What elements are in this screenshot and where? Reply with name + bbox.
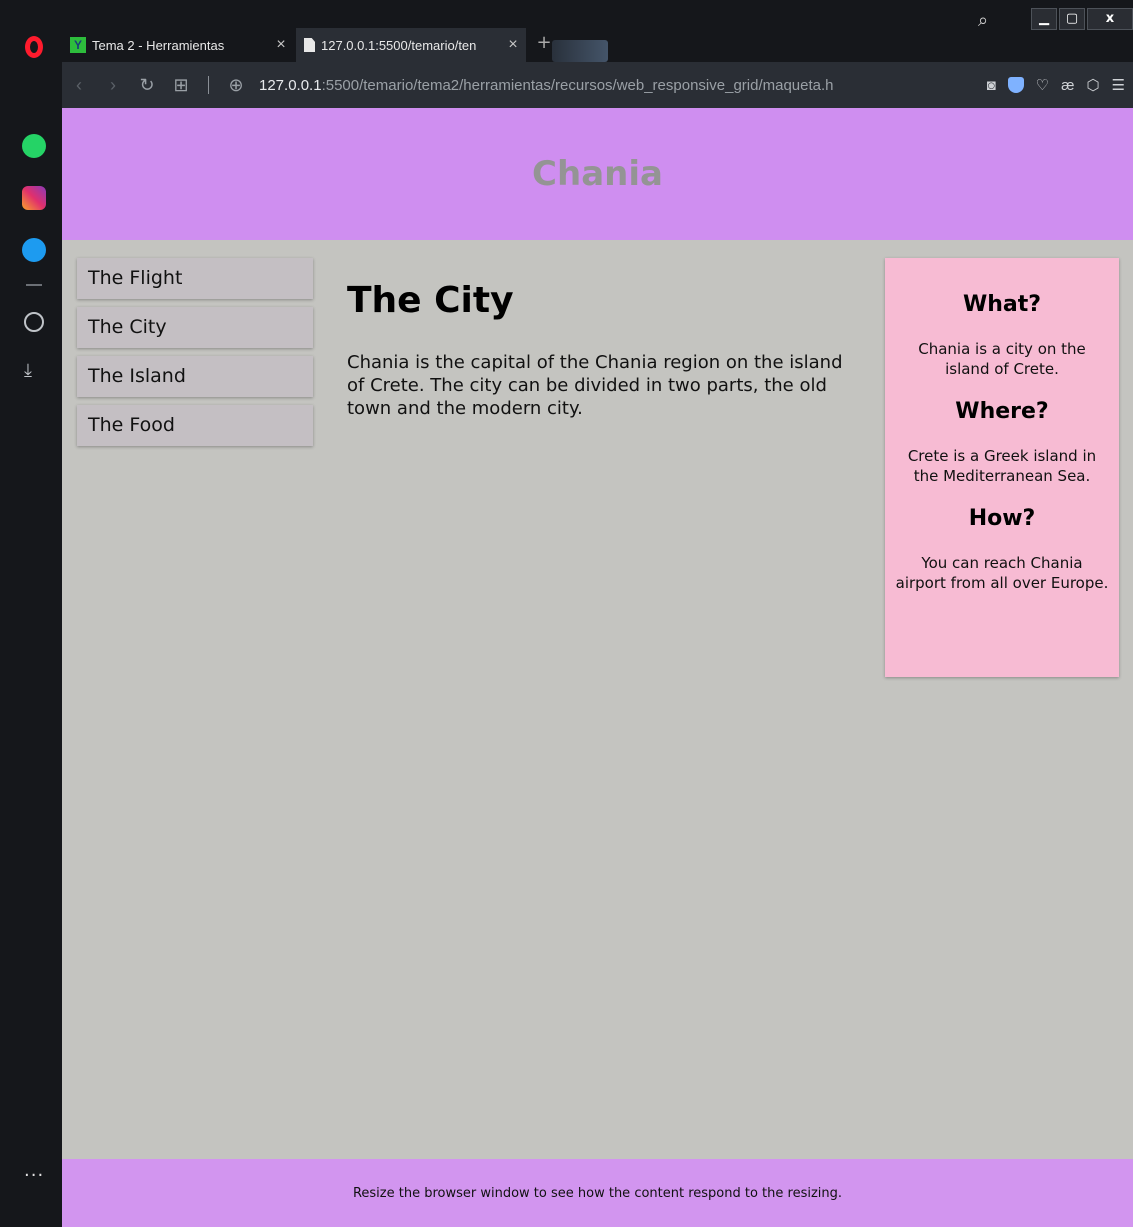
download-icon[interactable]: ⤓ [24,360,32,381]
file-icon [304,38,315,52]
back-icon[interactable]: ‹ [62,75,96,96]
tab-title: 127.0.0.1:5500/temario/ten [321,37,477,53]
window-controls: ▁ ▢ x [1031,8,1133,30]
page-footer: Resize the browser window to see how the… [62,1159,1133,1227]
tab-herramientas[interactable]: Y Tema 2 - Herramientas × [62,28,294,62]
address-bar-icons: ◙ ♡ æ ⬡ ☰ [987,62,1125,108]
tab-preview [552,40,608,62]
aside-text-where: Crete is a Greek island in the Mediterra… [907,447,1097,485]
tab-bar: Y Tema 2 - Herramientas × 127.0.0.1:5500… [0,0,1133,62]
address-bar: ‹ › ↻ ⊞ ⊕ 127.0.0.1:5500/temario/tema2/h… [62,62,1133,108]
aside-text-what: Chania is a city on the island of Crete. [918,340,1086,378]
url-path: :5500/temario/tema2/herramientas/recurso… [321,76,834,94]
menu-item-food[interactable]: The Food [77,405,313,446]
page-title: Chania [532,154,663,194]
snapshot-icon[interactable]: ◙ [987,77,996,94]
main-paragraph: Chania is the capital of the Chania regi… [347,352,843,419]
page-viewport: Chania The Flight The City The Island Th… [62,108,1133,1227]
shield-icon[interactable] [1007,77,1024,93]
cube-icon[interactable]: ⬡ [1086,76,1099,94]
url-host: 127.0.0.1 [259,76,322,94]
info-aside: What? Chania is a city on the island of … [885,258,1119,677]
aside-heading-what: What? [962,292,1042,317]
close-window-button[interactable]: x [1087,8,1133,30]
opera-logo[interactable] [22,34,46,60]
side-menu: The Flight The City The Island The Food [77,258,313,454]
heart-icon[interactable]: ♡ [1036,76,1049,94]
sidebar-divider [26,284,42,286]
yammer-favicon-icon: Y [70,37,86,53]
maximize-button[interactable]: ▢ [1059,8,1085,30]
aside-heading-where: Where? [955,399,1049,424]
more-icon[interactable]: ··· [24,1165,44,1186]
main-content: The City Chania is the capital of the Ch… [347,280,847,420]
aside-text-how: You can reach Chania airport from all ov… [895,554,1109,592]
footer-text: Resize the browser window to see how the… [352,1185,843,1201]
reload-icon[interactable]: ↻ [130,75,164,96]
separator [208,76,209,94]
history-clock-icon[interactable] [24,312,44,332]
menu-item-city[interactable]: The City [77,307,313,348]
forward-icon[interactable]: › [96,75,130,96]
tab-title: Tema 2 - Herramientas [92,37,225,53]
twitter-icon[interactable] [22,238,46,262]
instagram-icon[interactable] [22,186,46,210]
aside-heading-how: How? [968,506,1036,531]
tab-search-icon[interactable]: ⌕ [978,10,988,31]
globe-icon[interactable]: ⊕ [219,75,253,96]
page-header: Chania [62,108,1133,240]
extension-icon[interactable]: æ [1061,77,1074,94]
settings-sliders-icon[interactable]: ☰ [1112,76,1125,94]
tab-close-icon[interactable]: × [268,36,294,54]
browser-sidebar: ⤓ ··· [0,62,62,1227]
menu-item-island[interactable]: The Island [77,356,313,397]
tab-active-page[interactable]: 127.0.0.1:5500/temario/ten × [296,28,526,62]
main-heading: The City [347,280,514,321]
url-field[interactable]: 127.0.0.1:5500/temario/tema2/herramienta… [259,77,834,94]
speed-dial-icon[interactable]: ⊞ [164,75,198,96]
menu-item-flight[interactable]: The Flight [77,258,313,299]
whatsapp-icon[interactable] [22,134,46,158]
new-tab-button[interactable]: + [535,34,553,52]
tab-close-icon[interactable]: × [500,36,526,54]
minimize-button[interactable]: ▁ [1031,8,1057,30]
